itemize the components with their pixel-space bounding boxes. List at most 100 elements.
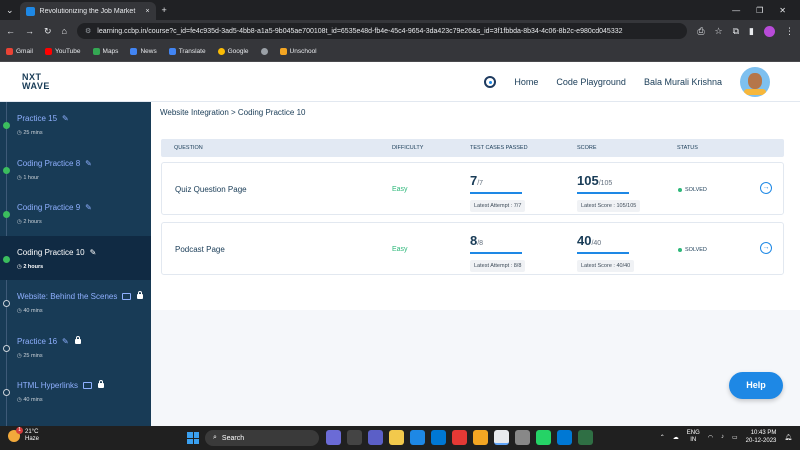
breadcrumb[interactable]: Website Integration > Coding Practice 10 — [160, 108, 306, 117]
extensions-icon[interactable]: ⧉ — [733, 26, 739, 37]
sidebar-item-label: Practice 16 — [17, 336, 58, 346]
completed-check-icon — [3, 166, 10, 174]
open-question-arrow-icon[interactable]: → — [760, 242, 772, 254]
back-icon[interactable]: ← — [6, 26, 15, 36]
app-orange-icon[interactable] — [473, 430, 488, 445]
column-header-status: STATUS — [677, 145, 698, 151]
table-row[interactable]: Podcast Page Easy 8/8 Latest Attempt : 8… — [161, 222, 784, 275]
address-bar[interactable]: ⚙ learning.ccbp.in/course?c_id=fe4c935d-… — [76, 23, 688, 39]
nav-code-playground[interactable]: Code Playground — [556, 77, 626, 87]
teams-icon[interactable] — [368, 430, 383, 445]
user-name[interactable]: Bala Murali Krishna — [644, 77, 722, 87]
app-gray-icon[interactable] — [515, 430, 530, 445]
main-content: Website Integration > Coding Practice 10… — [151, 102, 800, 310]
language-indicator[interactable]: ENG IN — [687, 430, 700, 444]
clock-icon: ◷ — [17, 263, 22, 270]
question-title[interactable]: Podcast Page — [175, 245, 225, 254]
sidebar-item-duration: 40 mins — [23, 308, 43, 314]
browser-chrome: ⌄ Revolutionizing the Job Market × + — ❐… — [0, 0, 800, 62]
edit-icon: ✎ — [62, 336, 69, 346]
bookmark-google[interactable]: Google — [217, 48, 249, 55]
sidepanel-icon[interactable]: ▮ — [749, 26, 754, 37]
bookmark-youtube[interactable]: YouTube — [44, 48, 81, 55]
clock-time: 10:43 PM — [750, 430, 777, 436]
bookmark-gmail[interactable]: Gmail — [6, 48, 33, 55]
onedrive-icon[interactable]: ☁ — [673, 434, 679, 441]
sidebar-item-coding-practice-9[interactable]: Coding Practice 9 ✎ ◷ 2 hours — [0, 191, 151, 236]
bookmark-news[interactable]: News — [130, 48, 157, 55]
maps-icon — [92, 48, 100, 55]
bookmark-globe[interactable] — [260, 48, 268, 55]
open-question-arrow-icon[interactable]: → — [760, 182, 772, 194]
avatar[interactable] — [740, 66, 770, 97]
score-block: 105/105 Latest Score : 105/105 — [577, 172, 641, 212]
close-window-icon[interactable]: ✕ — [779, 6, 786, 15]
logo[interactable]: NXT WAVE — [22, 72, 50, 91]
sidebar-item-html-hyperlinks[interactable]: HTML Hyperlinks ◷ 40 mins — [0, 369, 151, 414]
tray-chevron-icon[interactable]: ⌃ — [660, 434, 665, 441]
whatsapp-icon[interactable] — [536, 430, 551, 445]
sidebar-item-coding-practice-10[interactable]: Coding Practice 10 ✎ ◷ 2 hours — [0, 235, 151, 280]
difficulty-label: Easy — [392, 246, 408, 253]
help-button[interactable]: Help — [729, 372, 783, 399]
bookmark-star-icon[interactable]: ☆ — [715, 26, 723, 37]
widgets-app-icon[interactable] — [326, 430, 341, 445]
site-info-icon[interactable]: ⚙ — [85, 27, 91, 35]
store-icon[interactable] — [431, 430, 446, 445]
news-icon — [130, 48, 138, 55]
notifications-bell-icon[interactable]: 🔔︎ — [784, 434, 792, 441]
sidebar-item-website-behind-scenes[interactable]: Website: Behind the Scenes ◷ 40 mins — [0, 280, 151, 325]
bookmark-translate[interactable]: Translate — [168, 48, 206, 55]
wifi-icon[interactable]: ◠ — [708, 434, 713, 441]
latest-score: Latest Score : 105/105 — [577, 200, 641, 212]
profile-icon[interactable] — [764, 25, 775, 37]
battery-icon[interactable]: ▭ — [732, 434, 738, 441]
home-icon[interactable]: ⌂ — [62, 26, 67, 36]
search-placeholder: Search — [221, 434, 245, 442]
app-green-icon[interactable] — [578, 430, 593, 445]
vscode-icon[interactable] — [557, 430, 572, 445]
timer-icon[interactable] — [484, 75, 497, 88]
taskbar-search[interactable]: ⌕ Search — [205, 430, 319, 446]
question-title[interactable]: Quiz Question Page — [175, 185, 247, 194]
taskbar-apps — [326, 430, 593, 445]
browser-tab[interactable]: Revolutionizing the Job Market × — [19, 2, 156, 20]
weather-icon: 1 — [8, 427, 23, 442]
bookmark-maps[interactable]: Maps — [92, 48, 118, 55]
completed-check-icon — [3, 211, 10, 218]
clock-icon: ◷ — [17, 352, 22, 359]
tab-search-icon[interactable]: ⌄ — [6, 5, 14, 16]
new-tab-icon[interactable]: + — [162, 5, 167, 15]
nav-home[interactable]: Home — [514, 77, 538, 87]
minimize-icon[interactable]: — — [732, 6, 740, 15]
difficulty-label: Easy — [392, 186, 408, 193]
menu-icon[interactable]: ⋮ — [785, 26, 794, 37]
sidebar-item-practice-16[interactable]: Practice 16 ✎ ◷ 25 mins — [0, 325, 151, 370]
book-icon — [83, 382, 93, 389]
restore-icon[interactable]: ❐ — [756, 6, 763, 15]
lang-line1: ENG — [686, 430, 700, 436]
app-red-icon[interactable] — [452, 430, 467, 445]
reload-icon[interactable]: ↻ — [44, 26, 52, 37]
table-row[interactable]: Quiz Question Page Easy 7/7 Latest Attem… — [161, 162, 784, 215]
bookmark-unschool[interactable]: Unschool — [279, 48, 317, 55]
sidebar-item-coding-practice-8[interactable]: Coding Practice 8 ✎ ◷ 1 hour — [0, 147, 151, 192]
weather-widget[interactable]: 1 21°C Haze — [8, 427, 40, 443]
install-icon[interactable]: ⎙ — [697, 26, 704, 37]
file-explorer-icon[interactable] — [389, 430, 404, 445]
weather-condition: Haze — [25, 436, 40, 442]
sidebar-item-duration: 2 hours — [23, 219, 42, 225]
tab-close-icon[interactable]: × — [145, 8, 149, 15]
volume-icon[interactable]: ♪ — [721, 434, 724, 440]
test-cases-block: 7/7 Latest Attempt : 7/7 — [470, 172, 526, 212]
forward-icon[interactable]: → — [25, 26, 34, 36]
address-toolbar: ← → ↻ ⌂ ⚙ learning.ccbp.in/course?c_id=f… — [0, 20, 800, 42]
clock-icon: ◷ — [17, 130, 22, 136]
windows-start-icon[interactable] — [187, 432, 199, 444]
chrome-icon[interactable] — [494, 430, 509, 445]
task-view-icon[interactable] — [347, 430, 362, 445]
edge-icon[interactable] — [410, 430, 425, 445]
latest-attempt: Latest Attempt : 7/7 — [470, 200, 526, 212]
clock[interactable]: 10:43 PM 20-12-2023 — [746, 429, 777, 445]
sidebar-item-practice-15[interactable]: Practice 15 ✎ ◷ 25 mins — [0, 102, 151, 147]
